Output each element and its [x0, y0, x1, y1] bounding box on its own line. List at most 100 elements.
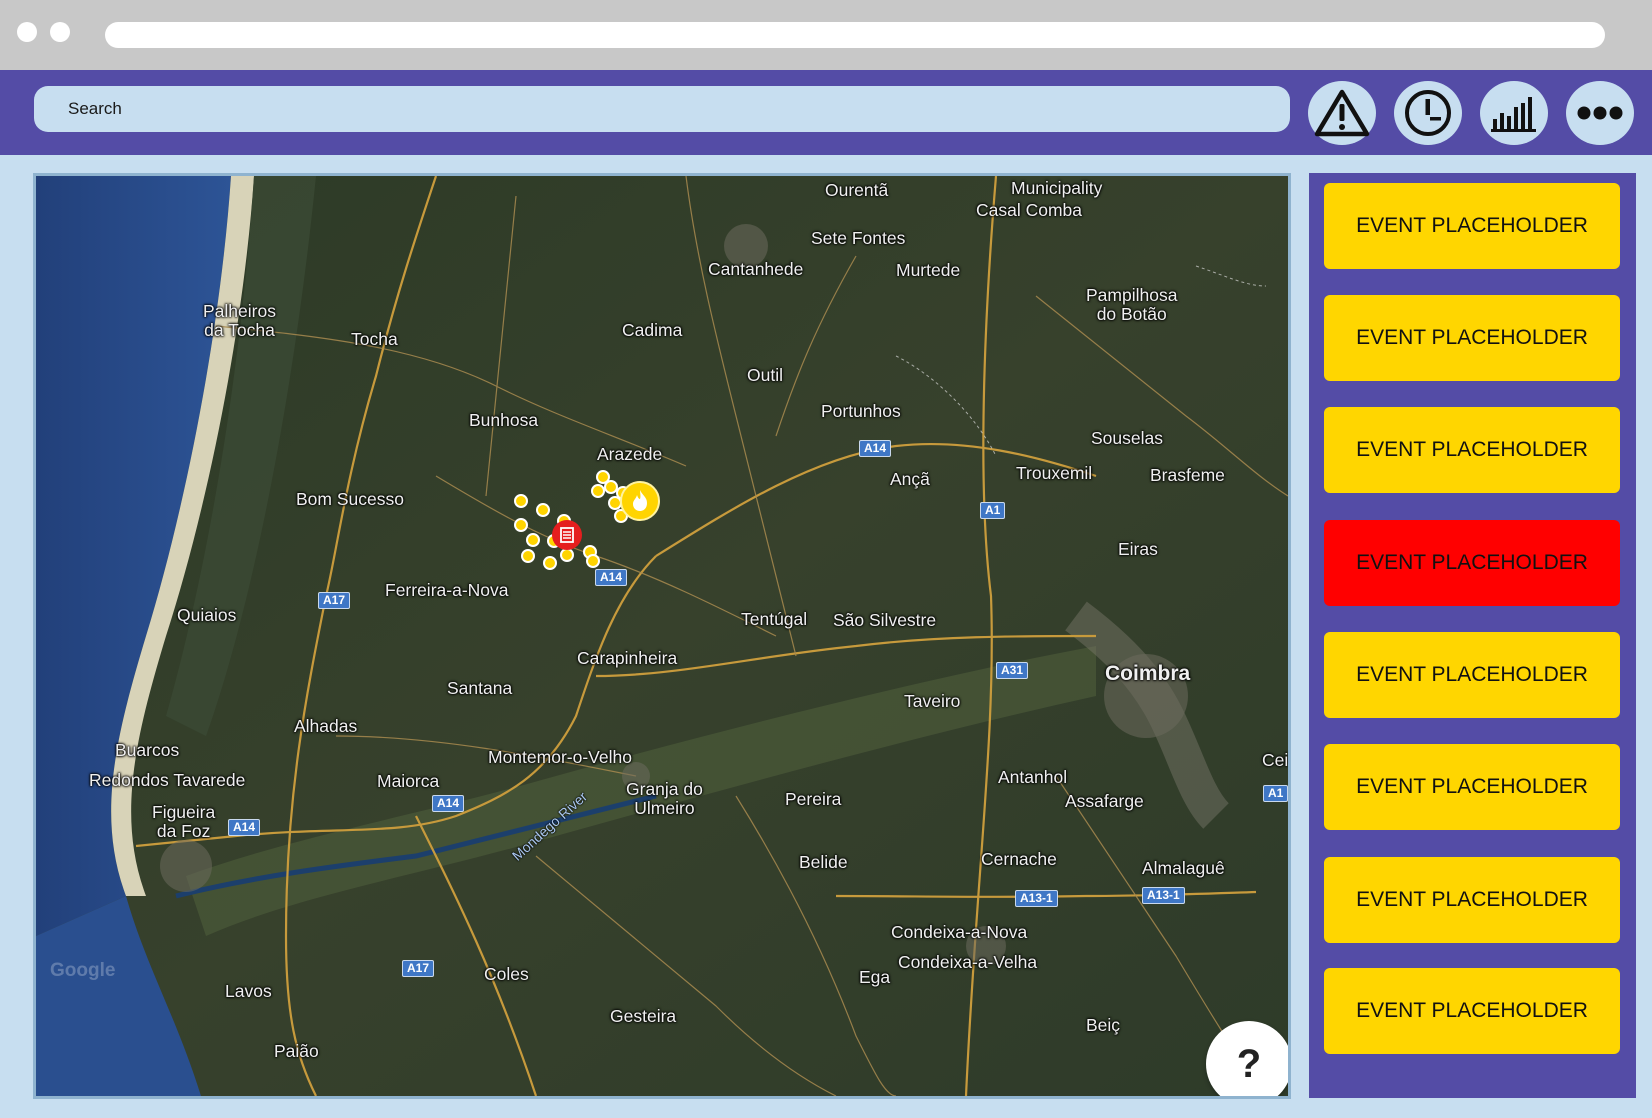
map-place-label: Taveiro — [904, 691, 961, 711]
map-place-label: Ourentã — [825, 180, 889, 200]
map-place-label: Gesteira — [610, 1006, 677, 1026]
map-place-label: Pampilhosa do Botão — [1086, 285, 1178, 324]
map-place-label: Santana — [447, 678, 513, 698]
map-place-label: Bunhosa — [469, 410, 539, 430]
road-shield: A17 — [318, 592, 351, 609]
map-marker[interactable] — [521, 549, 535, 563]
help-button[interactable]: ? — [1206, 1021, 1288, 1096]
more-icon — [1577, 106, 1623, 120]
map-place-label: Condeixa-a-Nova — [891, 922, 1028, 942]
map-place-label: Cei — [1262, 750, 1289, 770]
road-shield: A14 — [432, 795, 465, 812]
alerts-button[interactable] — [1308, 81, 1376, 145]
top-toolbar — [0, 70, 1652, 155]
warning-icon — [1314, 89, 1370, 137]
road-shield: A31 — [996, 662, 1029, 679]
map-place-label: Lavos — [225, 981, 272, 1001]
map-place-label: Buarcos — [115, 740, 180, 760]
map-place-label: Coles — [484, 964, 529, 984]
incident-marker[interactable] — [552, 520, 582, 550]
address-bar[interactable] — [105, 22, 1605, 48]
map-place-label: Bom Sucesso — [296, 489, 404, 509]
building-icon — [560, 527, 574, 543]
map-place-label: Arazede — [597, 444, 663, 464]
map-marker[interactable] — [536, 503, 550, 517]
road-shield: A14 — [859, 440, 892, 457]
road-shield: A1 — [1263, 785, 1288, 802]
map-place-label: Almalaguê — [1142, 858, 1225, 878]
map-place-label: Assafarge — [1065, 791, 1144, 811]
map-marker[interactable] — [514, 518, 528, 532]
map-place-label: Figueira da Foz — [152, 802, 216, 841]
main-content: Ourentã Municipality Casal Comba Sete Fo… — [0, 155, 1652, 1118]
map-marker[interactable] — [526, 533, 540, 547]
satellite-map[interactable]: Ourentã Municipality Casal Comba Sete Fo… — [33, 173, 1291, 1099]
map-place-label: Paião — [274, 1041, 319, 1061]
map-marker[interactable] — [560, 548, 574, 562]
clock-icon — [1405, 90, 1451, 136]
event-item[interactable]: EVENT PLACEHOLDER — [1324, 183, 1620, 269]
map-place-label: Redondos Tavarede — [89, 770, 246, 790]
road-shield: A1 — [980, 502, 1006, 519]
map-place-label: Cadima — [622, 320, 683, 340]
map-place-label: Tentúgal — [741, 609, 808, 629]
map-place-label: Antanhol — [998, 767, 1068, 787]
map-place-label: Murtede — [896, 260, 961, 280]
map-place-label: Granja do Ulmeiro — [626, 779, 703, 818]
map-place-label: Ançã — [890, 469, 930, 489]
chart-icon — [1491, 97, 1536, 132]
browser-chrome — [0, 0, 1652, 70]
map-place-label: São Silvestre — [833, 610, 937, 630]
road-shield: A14 — [228, 819, 261, 836]
road-shield: A13-1 — [1142, 887, 1185, 904]
map-place-label: Carapinheira — [577, 648, 678, 668]
statistics-button[interactable] — [1480, 81, 1548, 145]
map-place-label: Portunhos — [821, 401, 901, 421]
map-place-label: Outil — [747, 365, 783, 385]
map-place-label: Casal Comba — [976, 200, 1083, 220]
history-button[interactable] — [1394, 81, 1462, 145]
map-place-label: Tocha — [351, 329, 398, 349]
road-shield: A13-1 — [1015, 890, 1058, 907]
event-item[interactable]: EVENT PLACEHOLDER — [1324, 744, 1620, 830]
map-place-label: Cantanhede — [708, 259, 804, 279]
map-place-label: Beiç — [1086, 1015, 1121, 1035]
map-place-label: Belide — [799, 852, 848, 872]
map-marker[interactable] — [514, 494, 528, 508]
event-item[interactable]: EVENT PLACEHOLDER — [1324, 857, 1620, 943]
map-place-label: Quiaios — [177, 605, 237, 625]
event-list-panel[interactable]: EVENT PLACEHOLDER EVENT PLACEHOLDER EVEN… — [1309, 173, 1636, 1098]
event-item[interactable]: EVENT PLACEHOLDER — [1324, 407, 1620, 493]
map-place-label: Cernache — [981, 849, 1057, 869]
search-input[interactable] — [34, 86, 1290, 132]
map-place-label: Condeixa-a-Velha — [898, 952, 1038, 972]
map-place-label: Sete Fontes — [811, 228, 906, 248]
map-place-label: Alhadas — [294, 716, 358, 736]
more-button[interactable] — [1566, 81, 1634, 145]
map-place-label: Municipality — [1011, 178, 1103, 198]
map-marker[interactable] — [586, 554, 600, 568]
map-place-label: Eiras — [1118, 539, 1158, 559]
event-item-alert[interactable]: EVENT PLACEHOLDER — [1324, 520, 1620, 606]
road-shield: A17 — [402, 960, 435, 977]
map-place-label: Brasfeme — [1150, 465, 1225, 485]
flame-icon — [633, 490, 647, 511]
map-place-label: Ferreira-a-Nova — [385, 580, 509, 600]
map-place-label: Souselas — [1091, 428, 1163, 448]
map-place-label: Palheiros da Tocha — [203, 301, 276, 340]
event-item[interactable]: EVENT PLACEHOLDER — [1324, 295, 1620, 381]
map-place-label: Maiorca — [377, 771, 440, 791]
window-dot[interactable] — [50, 22, 70, 42]
map-place-label: Montemor-o-Velho — [488, 747, 632, 767]
map-watermark: Google — [50, 960, 116, 981]
map-place-label: Ega — [859, 967, 891, 987]
map-marker[interactable] — [591, 484, 605, 498]
map-place-label: Trouxemil — [1016, 463, 1093, 483]
road-shield: A14 — [595, 569, 628, 586]
fire-marker[interactable] — [620, 481, 660, 521]
event-item[interactable]: EVENT PLACEHOLDER — [1324, 632, 1620, 718]
map-place-label: Coimbra — [1105, 662, 1191, 685]
map-marker[interactable] — [543, 556, 557, 570]
window-dot[interactable] — [17, 22, 37, 42]
event-item[interactable]: EVENT PLACEHOLDER — [1324, 968, 1620, 1054]
